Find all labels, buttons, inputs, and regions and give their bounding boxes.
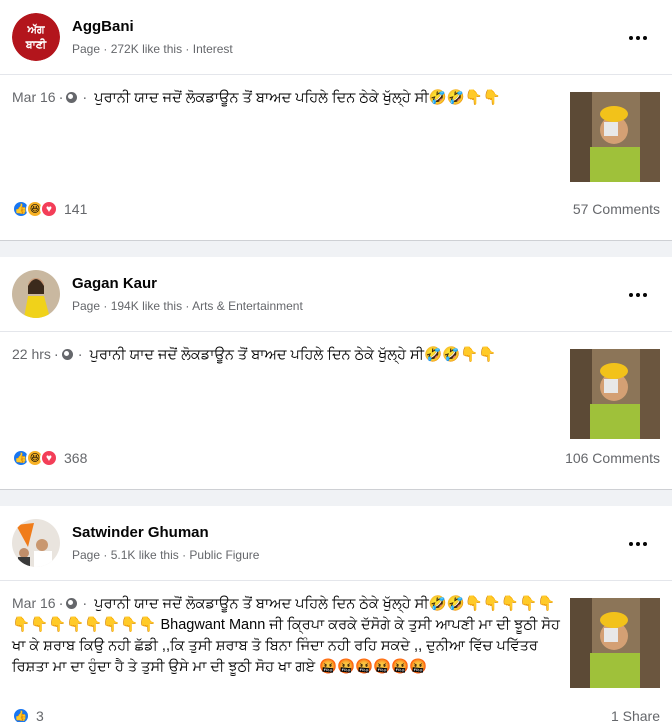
page-name[interactable]: Satwinder Ghuman <box>72 523 259 543</box>
post-text: ਪੁਰਾਨੀ ਯਾਦ ਜਦੋਂ ਲੋਕਡਾਊਨ ਤੋਂ ਬਾਅਦ ਪਹਿਲੇ ਦ… <box>94 90 501 106</box>
page-category: Interest <box>192 41 233 56</box>
love-reaction-icon: ♥ <box>40 200 58 218</box>
post-body: Mar 16 · · ਪੁਰਾਨੀ ਯਾਦ ਜਦੋਂ ਲੋਕਡਾਊਨ ਤੋਂ ਬਾਅ… <box>0 75 672 185</box>
more-options-icon[interactable] <box>626 283 650 307</box>
post-card: ਅੱਗ ਬਾਣੀ AggBani Page · 272K like this ·… <box>0 0 672 241</box>
post-header: ਅੱਗ ਬਾਣੀ AggBani Page · 272K like this ·… <box>0 0 672 75</box>
post-body: 22 hrs · · ਪੁਰਾਨੀ ਯਾਦ ਜਦੋਂ ਲੋਕਡਾਊਨ ਤੋਂ ਬਾਅ… <box>0 332 672 442</box>
post-card: Satwinder Ghuman Page · 5.1K like this ·… <box>0 506 672 722</box>
post-text-line: 22 hrs · · ਪੁਰਾਨੀ ਯਾਦ ਜਦੋਂ ਲੋਕਡਾਊਨ ਤੋਂ ਬਾਅ… <box>12 346 497 363</box>
love-reaction-icon: ♥ <box>40 449 58 467</box>
comments-link[interactable]: 57 Comments <box>573 201 660 217</box>
page-likes: 5.1K like this <box>110 547 179 562</box>
page-type: Page <box>72 547 101 562</box>
post-text-line: Mar 16 · · ਪੁਰਾਨੀ ਯਾਦ ਜਦੋਂ ਲੋਕਡਾਊਨ ਤੋਂ ਬਾਅ… <box>12 89 501 106</box>
post-time[interactable]: Mar 16 <box>12 595 56 611</box>
page-name[interactable]: Gagan Kaur <box>72 274 303 294</box>
post-card: Gagan Kaur Page · 194K like this · Arts … <box>0 257 672 490</box>
page-avatar[interactable] <box>12 270 60 318</box>
post-time[interactable]: Mar 16 <box>12 89 56 105</box>
reaction-count: 368 <box>64 450 88 466</box>
page-subtitle: Page · 272K like this · Interest <box>72 41 233 56</box>
page-subtitle: Page · 194K like this · Arts & Entertain… <box>72 298 303 313</box>
globe-icon <box>61 349 73 360</box>
page-name[interactable]: AggBani <box>72 17 233 37</box>
globe-icon <box>66 92 78 103</box>
avatar-text-bottom: ਬਾਣੀ <box>25 37 47 51</box>
reactions-summary[interactable]: 👍 😆 ♥ 368 <box>12 449 87 467</box>
page-subtitle: Page · 5.1K like this · Public Figure <box>72 547 260 562</box>
post-footer: 👍 😆 ♥ 141 57 Comments <box>0 178 672 240</box>
page-type: Page <box>72 298 101 313</box>
page-avatar[interactable]: ਅੱਗ ਬਾਣੀ <box>12 13 60 61</box>
post-time[interactable]: 22 hrs <box>12 346 51 362</box>
page-likes: 272K like this <box>110 41 183 56</box>
page-avatar[interactable] <box>12 519 60 567</box>
more-options-icon[interactable] <box>626 26 650 50</box>
page-category: Arts & Entertainment <box>192 298 303 313</box>
page-category: Public Figure <box>189 547 260 562</box>
avatar-text-top: ਅੱਗ <box>26 23 45 36</box>
reaction-count: 3 <box>36 708 44 722</box>
like-reaction-icon: 👍 <box>12 707 30 722</box>
shares-link[interactable]: 1 Share <box>611 708 660 722</box>
reaction-count: 141 <box>64 201 88 217</box>
page-likes: 194K like this <box>110 298 183 313</box>
post-thumbnail[interactable] <box>570 349 660 439</box>
page-type: Page <box>72 41 101 56</box>
feed: ਅੱਗ ਬਾਣੀ AggBani Page · 272K like this ·… <box>0 0 672 722</box>
post-text: ਪੁਰਾਨੀ ਯਾਦ ਜਦੋਂ ਲੋਕਡਾਊਨ ਤੋਂ ਬਾਅਦ ਪਹਿਲੇ ਦ… <box>12 596 560 675</box>
post-footer: 👍 😆 ♥ 368 106 Comments <box>0 427 672 489</box>
post-body: Mar 16 · · ਪੁਰਾਨੀ ਯਾਦ ਜਦੋਂ ਲੋਕਡਾਊਨ ਤੋਂ ਬਾਅ… <box>0 581 672 691</box>
post-text: ਪੁਰਾਨੀ ਯਾਦ ਜਦੋਂ ਲੋਕਡਾਊਨ ਤੋਂ ਬਾਅਦ ਪਹਿਲੇ ਦ… <box>89 347 497 363</box>
reactions-summary[interactable]: 👍 3 <box>12 707 44 722</box>
post-header: Satwinder Ghuman Page · 5.1K like this ·… <box>0 506 672 581</box>
post-thumbnail[interactable] <box>570 92 660 182</box>
post-text-line: Mar 16 · · ਪੁਰਾਨੀ ਯਾਦ ਜਦੋਂ ਲੋਕਡਾਊਨ ਤੋਂ ਬਾਅ… <box>12 595 560 675</box>
reactions-summary[interactable]: 👍 😆 ♥ 141 <box>12 200 87 218</box>
post-thumbnail[interactable] <box>570 598 660 688</box>
more-options-icon[interactable] <box>626 532 650 556</box>
globe-icon <box>66 598 78 609</box>
comments-link[interactable]: 106 Comments <box>565 450 660 466</box>
post-footer: 👍 3 1 Share <box>0 694 672 722</box>
post-header: Gagan Kaur Page · 194K like this · Arts … <box>0 257 672 332</box>
